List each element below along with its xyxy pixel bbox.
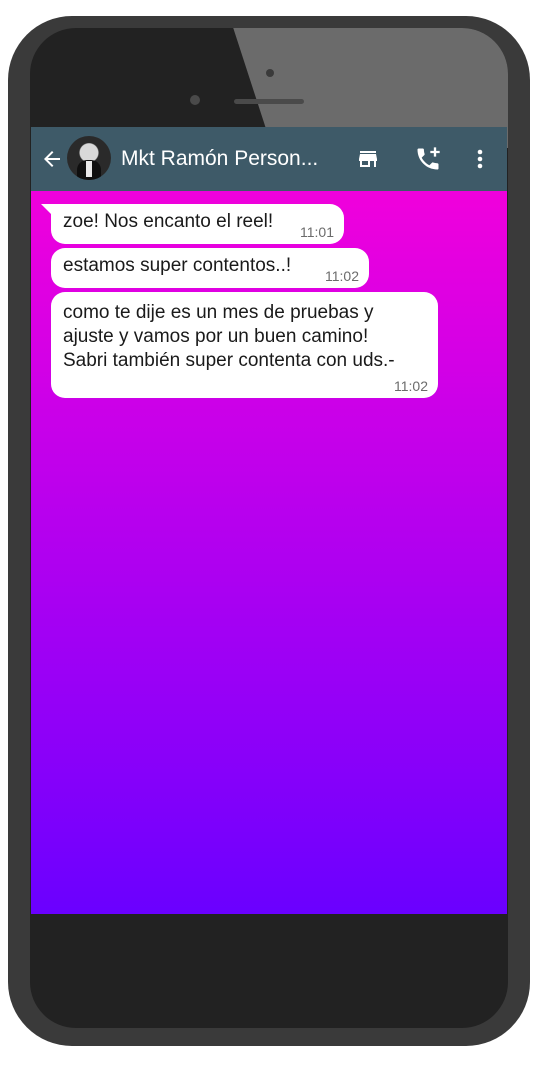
proximity-sensor [266, 69, 274, 77]
avatar[interactable] [67, 136, 111, 180]
chat-header: Mkt Ramón Person... [31, 127, 507, 191]
earpiece-speaker [234, 99, 304, 104]
storefront-icon[interactable] [355, 147, 381, 171]
message-text: estamos super contentos..! [63, 255, 292, 276]
message-bubble[interactable]: estamos super contentos..! 11:02 [51, 248, 369, 288]
front-camera [190, 95, 200, 105]
chat-screen: Mkt Ramón Person... zoe! Nos encanto el … [31, 127, 507, 914]
more-vert-icon[interactable] [471, 147, 489, 171]
message-text: zoe! Nos encanto el reel! [63, 211, 274, 232]
add-call-icon[interactable] [414, 145, 442, 173]
arrow-left-icon[interactable] [39, 147, 65, 171]
message-bubble[interactable]: como te dije es un mes de pruebas y ajus… [51, 292, 438, 398]
message-time: 11:02 [325, 268, 359, 284]
bubble-tail [41, 204, 55, 218]
message-time: 11:02 [394, 378, 428, 394]
message-bubble[interactable]: zoe! Nos encanto el reel! 11:01 [41, 204, 344, 244]
message-text: como te dije es un mes de pruebas y ajus… [63, 302, 395, 371]
contact-name[interactable]: Mkt Ramón Person... [121, 146, 333, 172]
avatar-shirt [86, 161, 92, 177]
message-time: 11:01 [300, 224, 334, 240]
